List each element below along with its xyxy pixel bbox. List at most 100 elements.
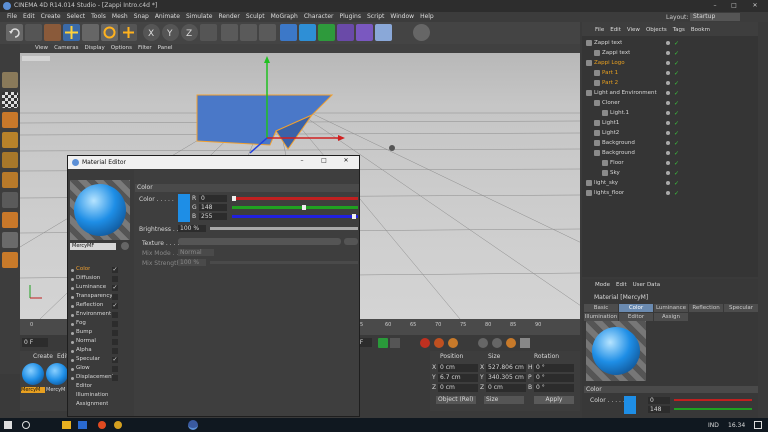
slider-thumb-icon[interactable] bbox=[232, 196, 236, 201]
pen-icon[interactable] bbox=[299, 24, 316, 41]
objmgr-menu-file[interactable]: File bbox=[592, 26, 607, 34]
menu-item-help[interactable]: Help bbox=[417, 12, 437, 22]
brightness-value[interactable]: 100 % bbox=[178, 225, 206, 232]
visibility-dot-icon[interactable] bbox=[666, 131, 670, 135]
material-name[interactable]: MercyM bbox=[21, 387, 45, 393]
visibility-dot-icon[interactable] bbox=[666, 171, 670, 175]
size-mode-select[interactable]: Size bbox=[484, 396, 524, 404]
mix-mode-select[interactable]: Normal bbox=[178, 249, 214, 256]
channel-checkbox[interactable]: ✓ bbox=[112, 267, 118, 273]
visibility-dot-icon[interactable] bbox=[666, 181, 670, 185]
menu-item-animate[interactable]: Animate bbox=[152, 12, 183, 22]
deformer-icon[interactable] bbox=[356, 24, 373, 41]
menu-item-script[interactable]: Script bbox=[364, 12, 387, 22]
render-settings-icon[interactable] bbox=[259, 24, 276, 41]
grid-snap-icon[interactable] bbox=[2, 252, 18, 268]
channel-displacement[interactable]: Displacement bbox=[76, 374, 114, 380]
check-icon[interactable]: ✓ bbox=[674, 189, 679, 199]
light-icon[interactable] bbox=[413, 24, 430, 41]
attr-menu-edit[interactable]: Edit bbox=[613, 281, 630, 289]
floor-icon[interactable] bbox=[375, 24, 392, 41]
viewport-menu-display[interactable]: Display bbox=[82, 44, 108, 53]
channel-specular[interactable]: Specular bbox=[76, 356, 100, 362]
layout-select[interactable]: Startup bbox=[690, 13, 740, 21]
polygons-mode-icon[interactable] bbox=[2, 172, 18, 188]
notification-icon[interactable] bbox=[754, 421, 762, 429]
attr-color-swatch[interactable] bbox=[624, 396, 636, 414]
visibility-dot-icon[interactable] bbox=[666, 191, 670, 195]
object-row[interactable]: Floor ✓ bbox=[582, 158, 758, 168]
visibility-dot-icon[interactable] bbox=[666, 71, 670, 75]
y-axis-icon[interactable]: Y bbox=[162, 24, 179, 41]
editor-close-button[interactable]: ✕ bbox=[340, 157, 352, 164]
material-swatch[interactable] bbox=[46, 363, 68, 385]
menu-item-file[interactable]: File bbox=[4, 12, 20, 22]
object-row[interactable]: Light2 ✓ bbox=[582, 128, 758, 138]
channel-fog[interactable]: Fog bbox=[76, 320, 86, 326]
x-axis-icon[interactable]: X bbox=[143, 24, 160, 41]
brightness-slider[interactable] bbox=[210, 227, 358, 230]
visibility-dot-icon[interactable] bbox=[666, 121, 670, 125]
object-row[interactable]: Background ✓ bbox=[582, 138, 758, 148]
viewport-menu-cameras[interactable]: Cameras bbox=[51, 44, 81, 53]
rotation-key-icon[interactable] bbox=[492, 338, 502, 348]
channel-illumination[interactable]: Illumination bbox=[76, 392, 108, 398]
scale-icon[interactable] bbox=[82, 24, 99, 41]
apply-button[interactable]: Apply bbox=[534, 396, 574, 404]
color-g-field[interactable]: 148 bbox=[199, 204, 227, 211]
object-row[interactable]: Sky ✓ bbox=[582, 168, 758, 178]
mix-strength-slider[interactable] bbox=[210, 261, 358, 264]
menu-item-sculpt[interactable]: Sculpt bbox=[243, 12, 268, 22]
c4d-taskbar-icon[interactable] bbox=[188, 420, 198, 430]
coordinate-mode-select[interactable]: Object (Rel) bbox=[436, 396, 476, 404]
texture-dropdown[interactable] bbox=[344, 238, 358, 245]
attr-r-value[interactable]: 0 bbox=[648, 397, 670, 404]
channel-checkbox[interactable] bbox=[112, 312, 118, 318]
coord-p-field[interactable]: 0 cm bbox=[438, 384, 478, 392]
channel-editor[interactable]: Editor bbox=[76, 383, 92, 389]
keyframe-icon[interactable] bbox=[448, 338, 458, 348]
visibility-dot-icon[interactable] bbox=[666, 41, 670, 45]
coord-r-field[interactable]: 0 ° bbox=[534, 364, 574, 372]
chrome-icon[interactable] bbox=[114, 421, 122, 429]
objmgr-menu-view[interactable]: View bbox=[624, 26, 643, 34]
attr-menu-mode[interactable]: Mode bbox=[592, 281, 613, 289]
coord-s-field[interactable]: 340.305 cm bbox=[486, 374, 526, 382]
autokey-icon[interactable] bbox=[434, 338, 444, 348]
matmgr-menu-create[interactable]: Create bbox=[33, 353, 53, 360]
cloner-icon[interactable] bbox=[337, 24, 354, 41]
menu-item-simulate[interactable]: Simulate bbox=[183, 12, 216, 22]
visibility-dot-icon[interactable] bbox=[666, 51, 670, 55]
visibility-dot-icon[interactable] bbox=[666, 151, 670, 155]
attr-g-value[interactable]: 148 bbox=[648, 406, 670, 413]
viewport-menu-panel[interactable]: Panel bbox=[155, 44, 176, 53]
object-row[interactable]: Part 1 ✓ bbox=[582, 68, 758, 78]
channel-checkbox[interactable] bbox=[112, 339, 118, 345]
attr-r-slider[interactable] bbox=[674, 399, 752, 401]
visibility-dot-icon[interactable] bbox=[666, 141, 670, 145]
menu-item-mograph[interactable]: MoGraph bbox=[268, 12, 301, 22]
render-view-icon[interactable] bbox=[221, 24, 238, 41]
editor-minimize-button[interactable]: – bbox=[296, 157, 308, 164]
coord-s-field[interactable]: 527.806 cm bbox=[486, 364, 526, 372]
channel-alpha[interactable]: Alpha bbox=[76, 347, 92, 353]
play-icon[interactable] bbox=[378, 338, 388, 348]
visibility-dot-icon[interactable] bbox=[666, 161, 670, 165]
coord-p-field[interactable]: 6.7 cm bbox=[438, 374, 478, 382]
add-icon[interactable] bbox=[120, 24, 137, 41]
channel-checkbox[interactable]: ✓ bbox=[112, 285, 118, 291]
axis-mode-icon[interactable] bbox=[2, 192, 18, 208]
points-mode-icon[interactable] bbox=[2, 132, 18, 148]
menu-item-mesh[interactable]: Mesh bbox=[109, 12, 131, 22]
channel-checkbox[interactable]: ✓ bbox=[112, 303, 118, 309]
start-icon[interactable] bbox=[4, 421, 12, 429]
attr-tab-reflection[interactable]: Reflection bbox=[689, 304, 723, 312]
color-r-field[interactable]: 0 bbox=[199, 195, 227, 202]
make-editable-icon[interactable] bbox=[2, 72, 18, 88]
magnet-icon[interactable] bbox=[2, 212, 18, 228]
channel-luminance[interactable]: Luminance bbox=[76, 284, 106, 290]
attr-tab-specular[interactable]: Specular bbox=[724, 304, 758, 312]
channel-normal[interactable]: Normal bbox=[76, 338, 96, 344]
attr-tab-basic[interactable]: Basic bbox=[584, 304, 618, 312]
frame-start-field[interactable]: 0 F bbox=[22, 338, 48, 347]
